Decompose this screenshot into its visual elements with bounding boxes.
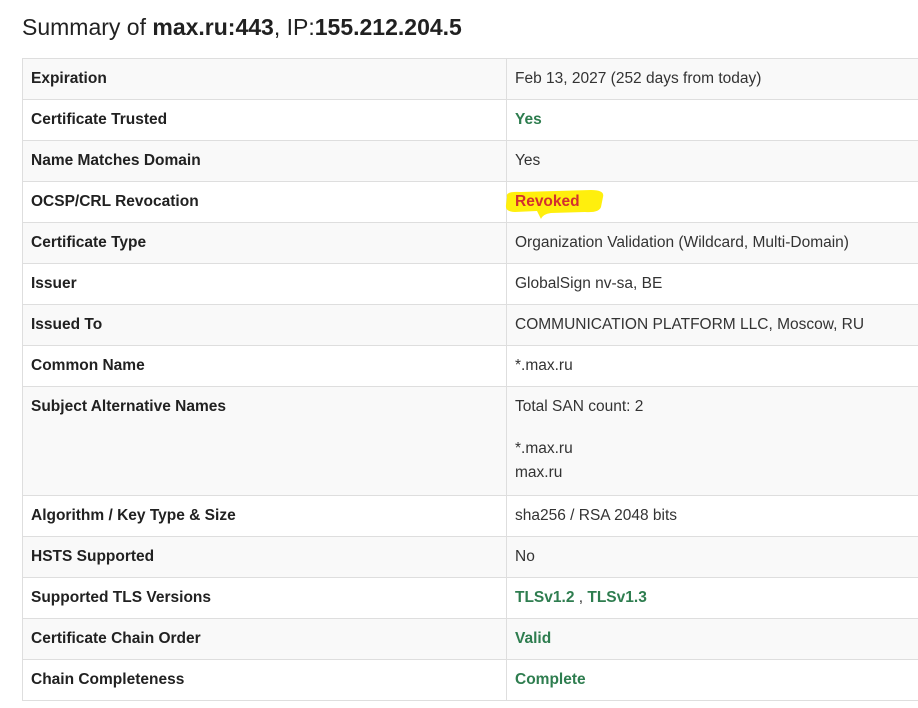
name-matches-value: Yes (506, 140, 918, 182)
table-row: Issuer GlobalSign nv-sa, BE (22, 263, 918, 305)
title-ip: 155.212.204.5 (314, 14, 462, 40)
table-row: OCSP/CRL Revocation Revoked (22, 181, 918, 223)
table-row: Chain Completeness Complete (22, 659, 918, 701)
revocation-highlight: Revoked (505, 190, 604, 219)
tls-version: TLSv1.3 (587, 589, 647, 606)
row-label: Name Matches Domain (22, 140, 507, 182)
table-row: Certificate Type Organization Validation… (22, 222, 918, 264)
table-row: Subject Alternative Names Total SAN coun… (22, 386, 918, 496)
row-label: OCSP/CRL Revocation (22, 181, 507, 223)
page-title: Summary of max.ru:443, IP:155.212.204.5 (22, 12, 462, 42)
table-row: HSTS Supported No (22, 536, 918, 578)
row-label: Chain Completeness (22, 659, 507, 701)
table-row: Common Name *.max.ru (22, 345, 918, 387)
row-label: Common Name (22, 345, 507, 387)
table-row: Certificate Chain Order Valid (22, 618, 918, 660)
tls-separator: , (574, 589, 588, 606)
row-label: Subject Alternative Names (22, 386, 507, 496)
title-host: max.ru:443 (152, 14, 274, 40)
title-prefix: Summary of (22, 14, 153, 40)
table-row: Name Matches Domain Yes (22, 140, 918, 182)
row-label: Issued To (22, 304, 507, 346)
row-label: Algorithm / Key Type & Size (22, 495, 507, 537)
title-ip-label: , IP: (273, 14, 315, 40)
tls-version: TLSv1.2 (515, 589, 575, 606)
row-label: Issuer (22, 263, 507, 305)
issuer-value: GlobalSign nv-sa, BE (506, 263, 918, 305)
hsts-value: No (506, 536, 918, 578)
san-entry: max.ru (515, 464, 563, 481)
certificate-type-value: Organization Validation (Wildcard, Multi… (506, 222, 918, 264)
common-name-value: *.max.ru (506, 345, 918, 387)
issued-to-value: COMMUNICATION PLATFORM LLC, Moscow, RU (506, 304, 918, 346)
revocation-status-value: Revoked (515, 193, 580, 210)
san-entry: *.max.ru (515, 440, 573, 457)
row-label: Expiration (22, 58, 507, 100)
row-label: Supported TLS Versions (22, 577, 507, 619)
chain-order-value: Valid (515, 630, 552, 647)
certificate-trusted-value: Yes (515, 111, 542, 128)
table-row: Certificate Trusted Yes (22, 99, 918, 141)
row-label: HSTS Supported (22, 536, 507, 578)
chain-completeness-value: Complete (515, 671, 586, 688)
san-list: *.max.ru max.ru (515, 437, 914, 485)
row-label: Certificate Trusted (22, 99, 507, 141)
table-row: Expiration Feb 13, 2027 (252 days from t… (22, 58, 918, 100)
ssl-summary-page: Summary of max.ru:443, IP:155.212.204.5 … (0, 0, 918, 708)
expiration-value: Feb 13, 2027 (252 days from today) (506, 58, 918, 100)
row-label: Certificate Type (22, 222, 507, 264)
row-label: Certificate Chain Order (22, 618, 507, 660)
table-row: Supported TLS Versions TLSv1.2 , TLSv1.3 (22, 577, 918, 619)
algorithm-value: sha256 / RSA 2048 bits (506, 495, 918, 537)
summary-table: Expiration Feb 13, 2027 (252 days from t… (22, 58, 918, 701)
san-count: Total SAN count: 2 (515, 398, 644, 415)
table-row: Algorithm / Key Type & Size sha256 / RSA… (22, 495, 918, 537)
table-row: Issued To COMMUNICATION PLATFORM LLC, Mo… (22, 304, 918, 346)
